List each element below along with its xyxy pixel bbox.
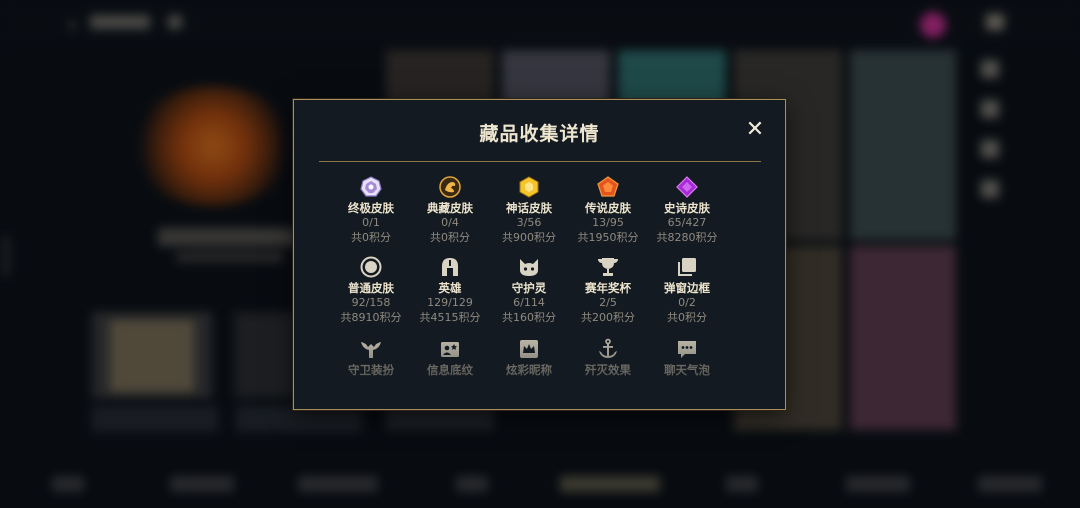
item-count: 0/4 (441, 216, 459, 229)
legendary-gem-icon (597, 176, 619, 198)
collection-item[interactable]: 传说皮肤 13/95 共1950积分 (569, 176, 647, 245)
crown-icon (518, 338, 540, 360)
item-points: 共0积分 (351, 231, 391, 244)
item-points: 共1950积分 (577, 231, 639, 244)
collection-item[interactable]: 歼灭效果 (569, 338, 647, 378)
collection-item[interactable]: 典藏皮肤 0/4 共0积分 (411, 176, 489, 245)
item-count: 3/56 (516, 216, 542, 229)
collection-item[interactable]: 普通皮肤 92/158 共8910积分 (332, 256, 410, 325)
item-name: 典藏皮肤 (427, 201, 473, 215)
item-count: 0/2 (678, 296, 696, 309)
item-name: 传说皮肤 (585, 201, 631, 215)
item-name: 普通皮肤 (348, 281, 394, 295)
close-icon[interactable]: ✕ (745, 119, 765, 141)
collection-item[interactable]: 神话皮肤 3/56 共900积分 (490, 176, 568, 245)
mythic-gem-icon (518, 176, 540, 198)
anchor-icon (597, 338, 619, 360)
collection-item[interactable]: 信息底纹 (411, 338, 489, 378)
item-name: 聊天气泡 (664, 363, 710, 377)
item-name: 英雄 (438, 281, 462, 295)
collection-item[interactable]: 英雄 129/129 共4515积分 (411, 256, 489, 325)
item-count: 2/5 (599, 296, 617, 309)
item-name: 歼灭效果 (585, 363, 631, 377)
frame-icon (676, 256, 698, 278)
item-name: 神话皮肤 (506, 201, 552, 215)
item-name: 守卫装扮 (348, 363, 394, 377)
divider (319, 161, 761, 162)
collection-item[interactable]: 赛年奖杯 2/5 共200积分 (569, 256, 647, 325)
epic-gem-icon (676, 176, 698, 198)
item-count: 65/427 (667, 216, 707, 229)
ward-icon (360, 338, 382, 360)
modal-title: 藏品收集详情 (479, 123, 600, 145)
item-name: 信息底纹 (427, 363, 473, 377)
item-name: 炫彩昵称 (506, 363, 552, 377)
item-name: 守护灵 (511, 281, 547, 295)
collection-item[interactable]: 炫彩昵称 (490, 338, 568, 378)
item-points: 共0积分 (430, 231, 470, 244)
collection-item[interactable]: 弹窗边框 0/2 共0积分 (648, 256, 726, 325)
collection-item[interactable]: 守护灵 6/114 共160积分 (490, 256, 568, 325)
info-card-icon (439, 338, 461, 360)
collection-details-modal: 藏品收集详情 ✕ 终极皮肤 0/1 共0积分 典藏皮肤 0/4 共0积分 神话皮… (293, 99, 786, 410)
collection-item[interactable]: 终极皮肤 0/1 共0积分 (332, 176, 410, 245)
collection-item[interactable]: 守卫装扮 (332, 338, 410, 378)
chat-bubble-icon (676, 338, 698, 360)
trophy-icon (597, 256, 619, 278)
collection-item[interactable]: 聊天气泡 (648, 338, 726, 378)
item-count: 13/95 (592, 216, 624, 229)
item-points: 共0积分 (667, 311, 707, 324)
item-points: 共8910积分 (340, 311, 402, 324)
item-count: 0/1 (362, 216, 380, 229)
collection-item[interactable]: 史诗皮肤 65/427 共8280积分 (648, 176, 726, 245)
item-name: 赛年奖杯 (585, 281, 631, 295)
item-points: 共200积分 (581, 311, 635, 324)
ultimate-gem-icon (360, 176, 382, 198)
normal-skin-icon (360, 256, 382, 278)
item-name: 弹窗边框 (664, 281, 710, 295)
guardian-cat-icon (518, 256, 540, 278)
collection-dragon-icon (439, 176, 461, 198)
item-count: 129/129 (427, 296, 473, 309)
item-points: 共4515积分 (419, 311, 481, 324)
item-points: 共8280积分 (656, 231, 718, 244)
item-name: 史诗皮肤 (664, 201, 710, 215)
item-points: 共160积分 (502, 311, 556, 324)
item-points: 共900积分 (502, 231, 556, 244)
item-name: 终极皮肤 (348, 201, 394, 215)
helmet-icon (439, 256, 461, 278)
item-count: 6/114 (513, 296, 545, 309)
item-count: 92/158 (351, 296, 391, 309)
